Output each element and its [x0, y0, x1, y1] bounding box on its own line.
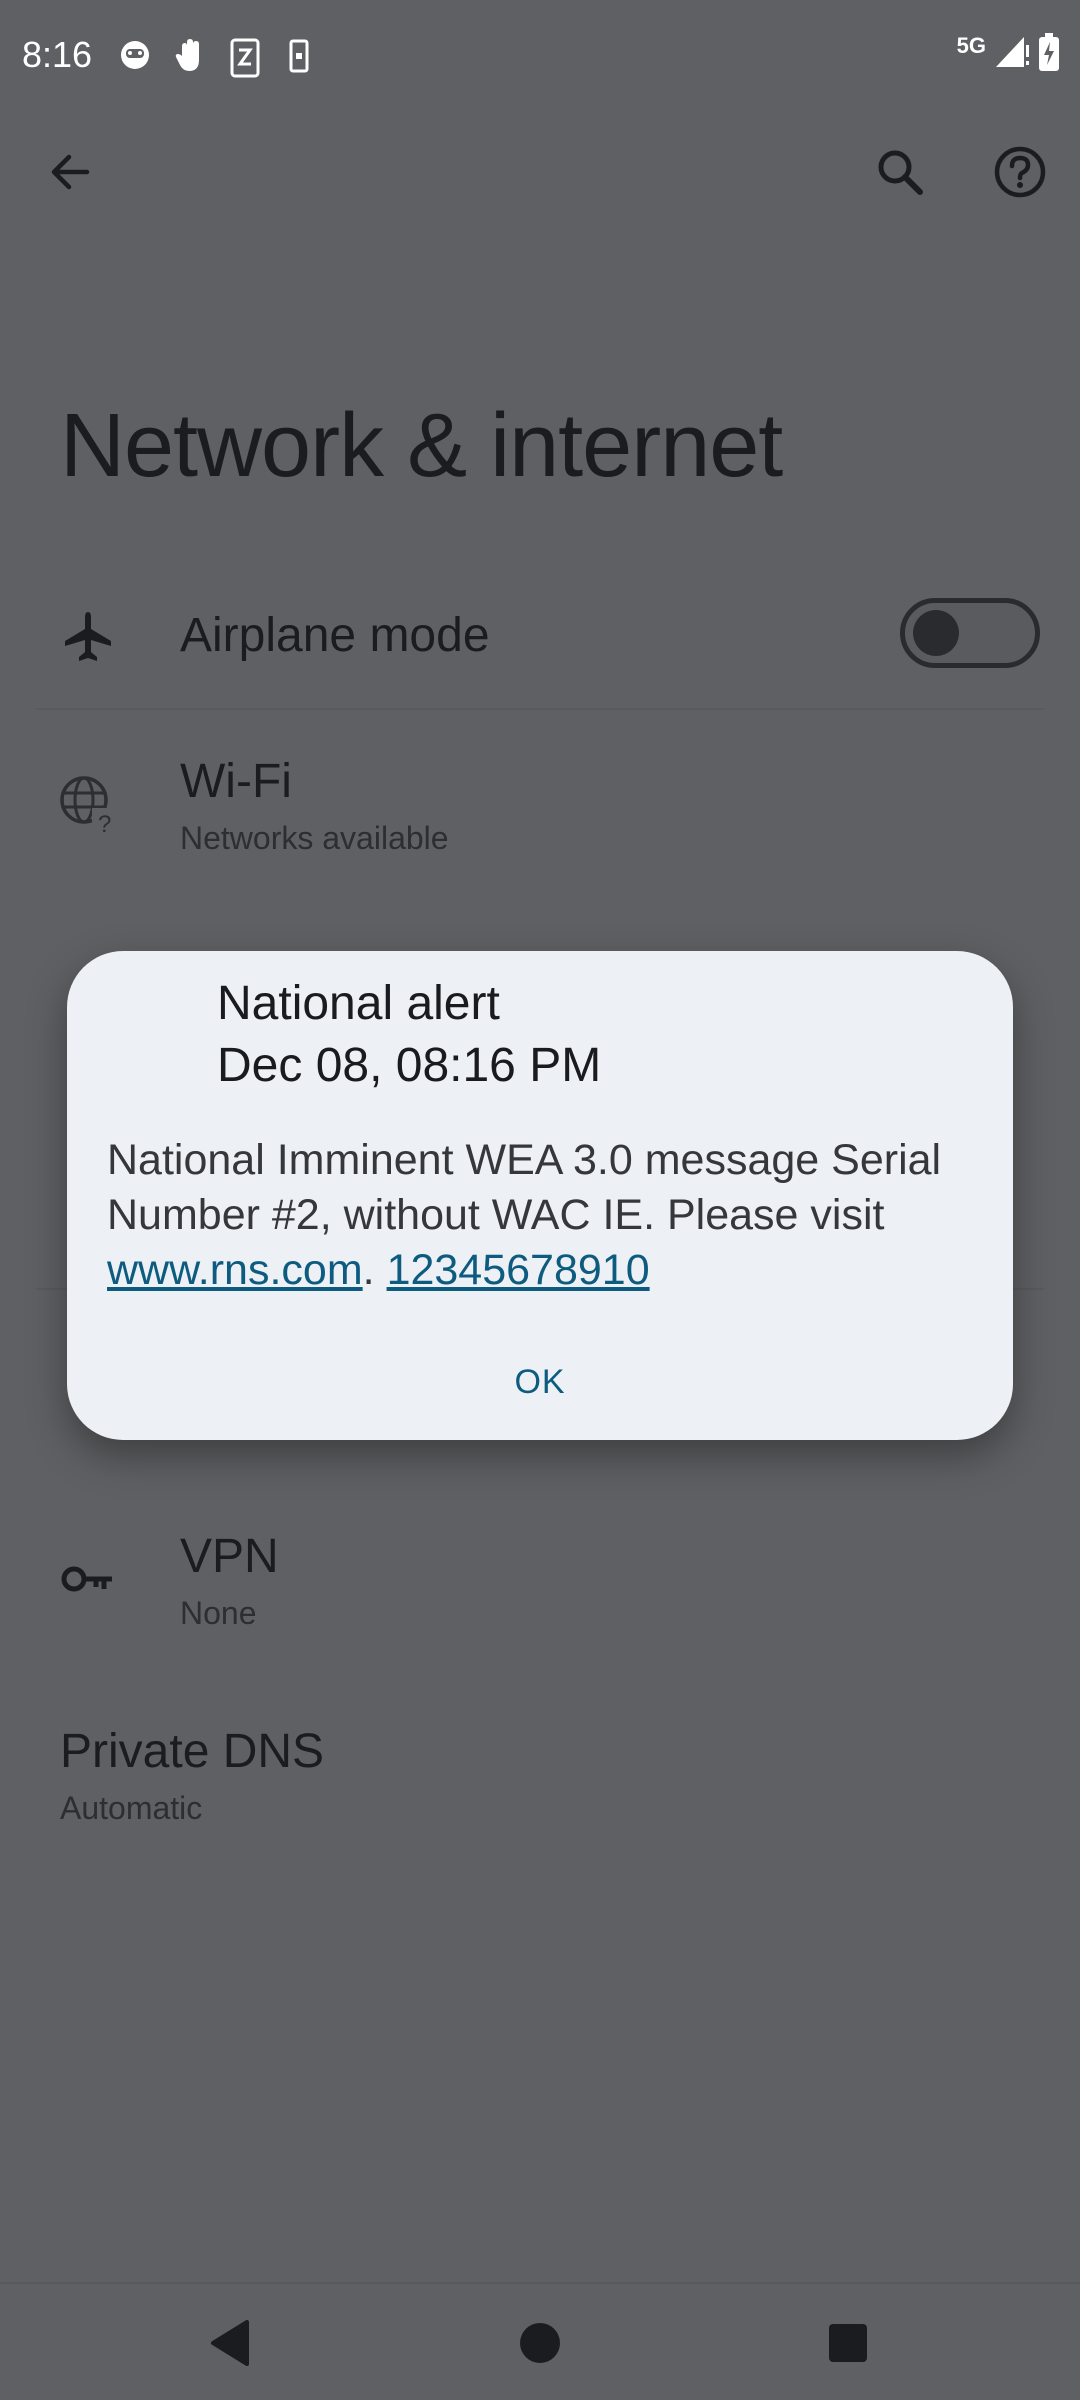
vpn-subtitle: None: [180, 1595, 257, 1631]
page-title: Network & internet: [60, 396, 783, 496]
ok-button[interactable]: OK: [484, 1351, 595, 1414]
vpn-item[interactable]: VPN None: [0, 1515, 1080, 1645]
globe-question-icon: ?: [58, 774, 118, 834]
phone-link[interactable]: 12345678910: [387, 1246, 650, 1294]
wifi-title: Wi-Fi: [180, 755, 292, 808]
private-dns-item[interactable]: Private DNS Automatic: [0, 1720, 1080, 1850]
url-link[interactable]: www.rns.com: [107, 1246, 363, 1294]
private-dns-title: Private DNS: [60, 1725, 325, 1778]
phone-icon: [288, 38, 322, 74]
face-icon: [118, 38, 152, 74]
network-type-label: 5G: [956, 33, 986, 58]
svg-text:?: ?: [98, 811, 111, 834]
status-time: 8:16: [22, 34, 93, 75]
sim-transfer-icon: [230, 38, 264, 78]
wifi-subtitle: Networks available: [180, 820, 449, 856]
dialog-message: National Imminent WEA 3.0 message Serial…: [107, 1133, 987, 1298]
key-icon: [58, 1549, 118, 1609]
recents-square-icon[interactable]: [788, 2284, 908, 2400]
settings-screen: 8:16 5G Network & internet Airplane mode…: [0, 0, 1080, 2400]
arrow-left-icon[interactable]: [28, 130, 112, 214]
search-icon[interactable]: [858, 130, 942, 214]
status-right-group: 5G: [956, 32, 1060, 76]
national-alert-dialog: National alert Dec 08, 08:16 PM National…: [67, 951, 1013, 1440]
dialog-title-line2: Dec 08, 08:16 PM: [217, 1039, 602, 1092]
dialog-title-line1: National alert: [217, 977, 500, 1030]
airplane-mode-title: Airplane mode: [180, 609, 490, 662]
wifi-item[interactable]: ? Wi-Fi Networks available: [0, 740, 1080, 870]
hand-icon: [174, 38, 208, 74]
dialog-title: National alert Dec 08, 08:16 PM: [217, 973, 601, 1097]
vpn-title: VPN: [180, 1530, 279, 1583]
divider: [36, 708, 1044, 710]
battery-charging-icon: [1038, 32, 1060, 76]
navigation-bar: [0, 2282, 1080, 2400]
top-app-bar: [0, 130, 1080, 230]
dialog-message-separator: .: [362, 1246, 387, 1294]
toggle-knob: [913, 610, 959, 656]
help-circle-icon[interactable]: [978, 130, 1062, 214]
airplane-mode-toggle[interactable]: [900, 598, 1040, 668]
private-dns-subtitle: Automatic: [60, 1790, 203, 1826]
home-circle-icon[interactable]: [480, 2284, 600, 2400]
back-triangle-icon[interactable]: [170, 2284, 290, 2400]
signal-icon: [994, 35, 1030, 74]
dialog-message-text: National Imminent WEA 3.0 message Serial…: [107, 1136, 942, 1239]
airplane-icon: [58, 606, 118, 666]
status-bar: 8:16 5G: [0, 0, 1080, 110]
